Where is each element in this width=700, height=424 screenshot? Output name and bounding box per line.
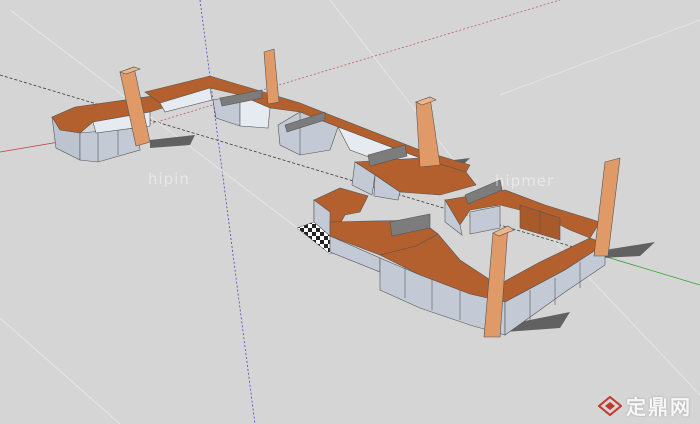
sketchup-viewport[interactable]: hipin hipmer 定鼎网 — [0, 0, 700, 424]
guide-line-5 — [529, 214, 700, 396]
brand-watermark: 定鼎网 — [598, 391, 692, 420]
guide-line-4 — [499, 19, 700, 96]
pillar-3 — [415, 96, 441, 168]
watermark-right: hipmer — [495, 172, 555, 190]
green-axis — [599, 254, 700, 286]
workstation-left — [51, 94, 173, 163]
guide-line-1 — [0, 317, 121, 424]
pillar-5 — [593, 157, 621, 257]
office-desk-3d-model — [0, 0, 700, 424]
blue-axis-dotted — [199, 0, 256, 424]
diamond-logo-icon — [598, 395, 622, 416]
brand-text: 定鼎网 — [626, 395, 692, 419]
watermark-left: hipin — [148, 170, 190, 188]
